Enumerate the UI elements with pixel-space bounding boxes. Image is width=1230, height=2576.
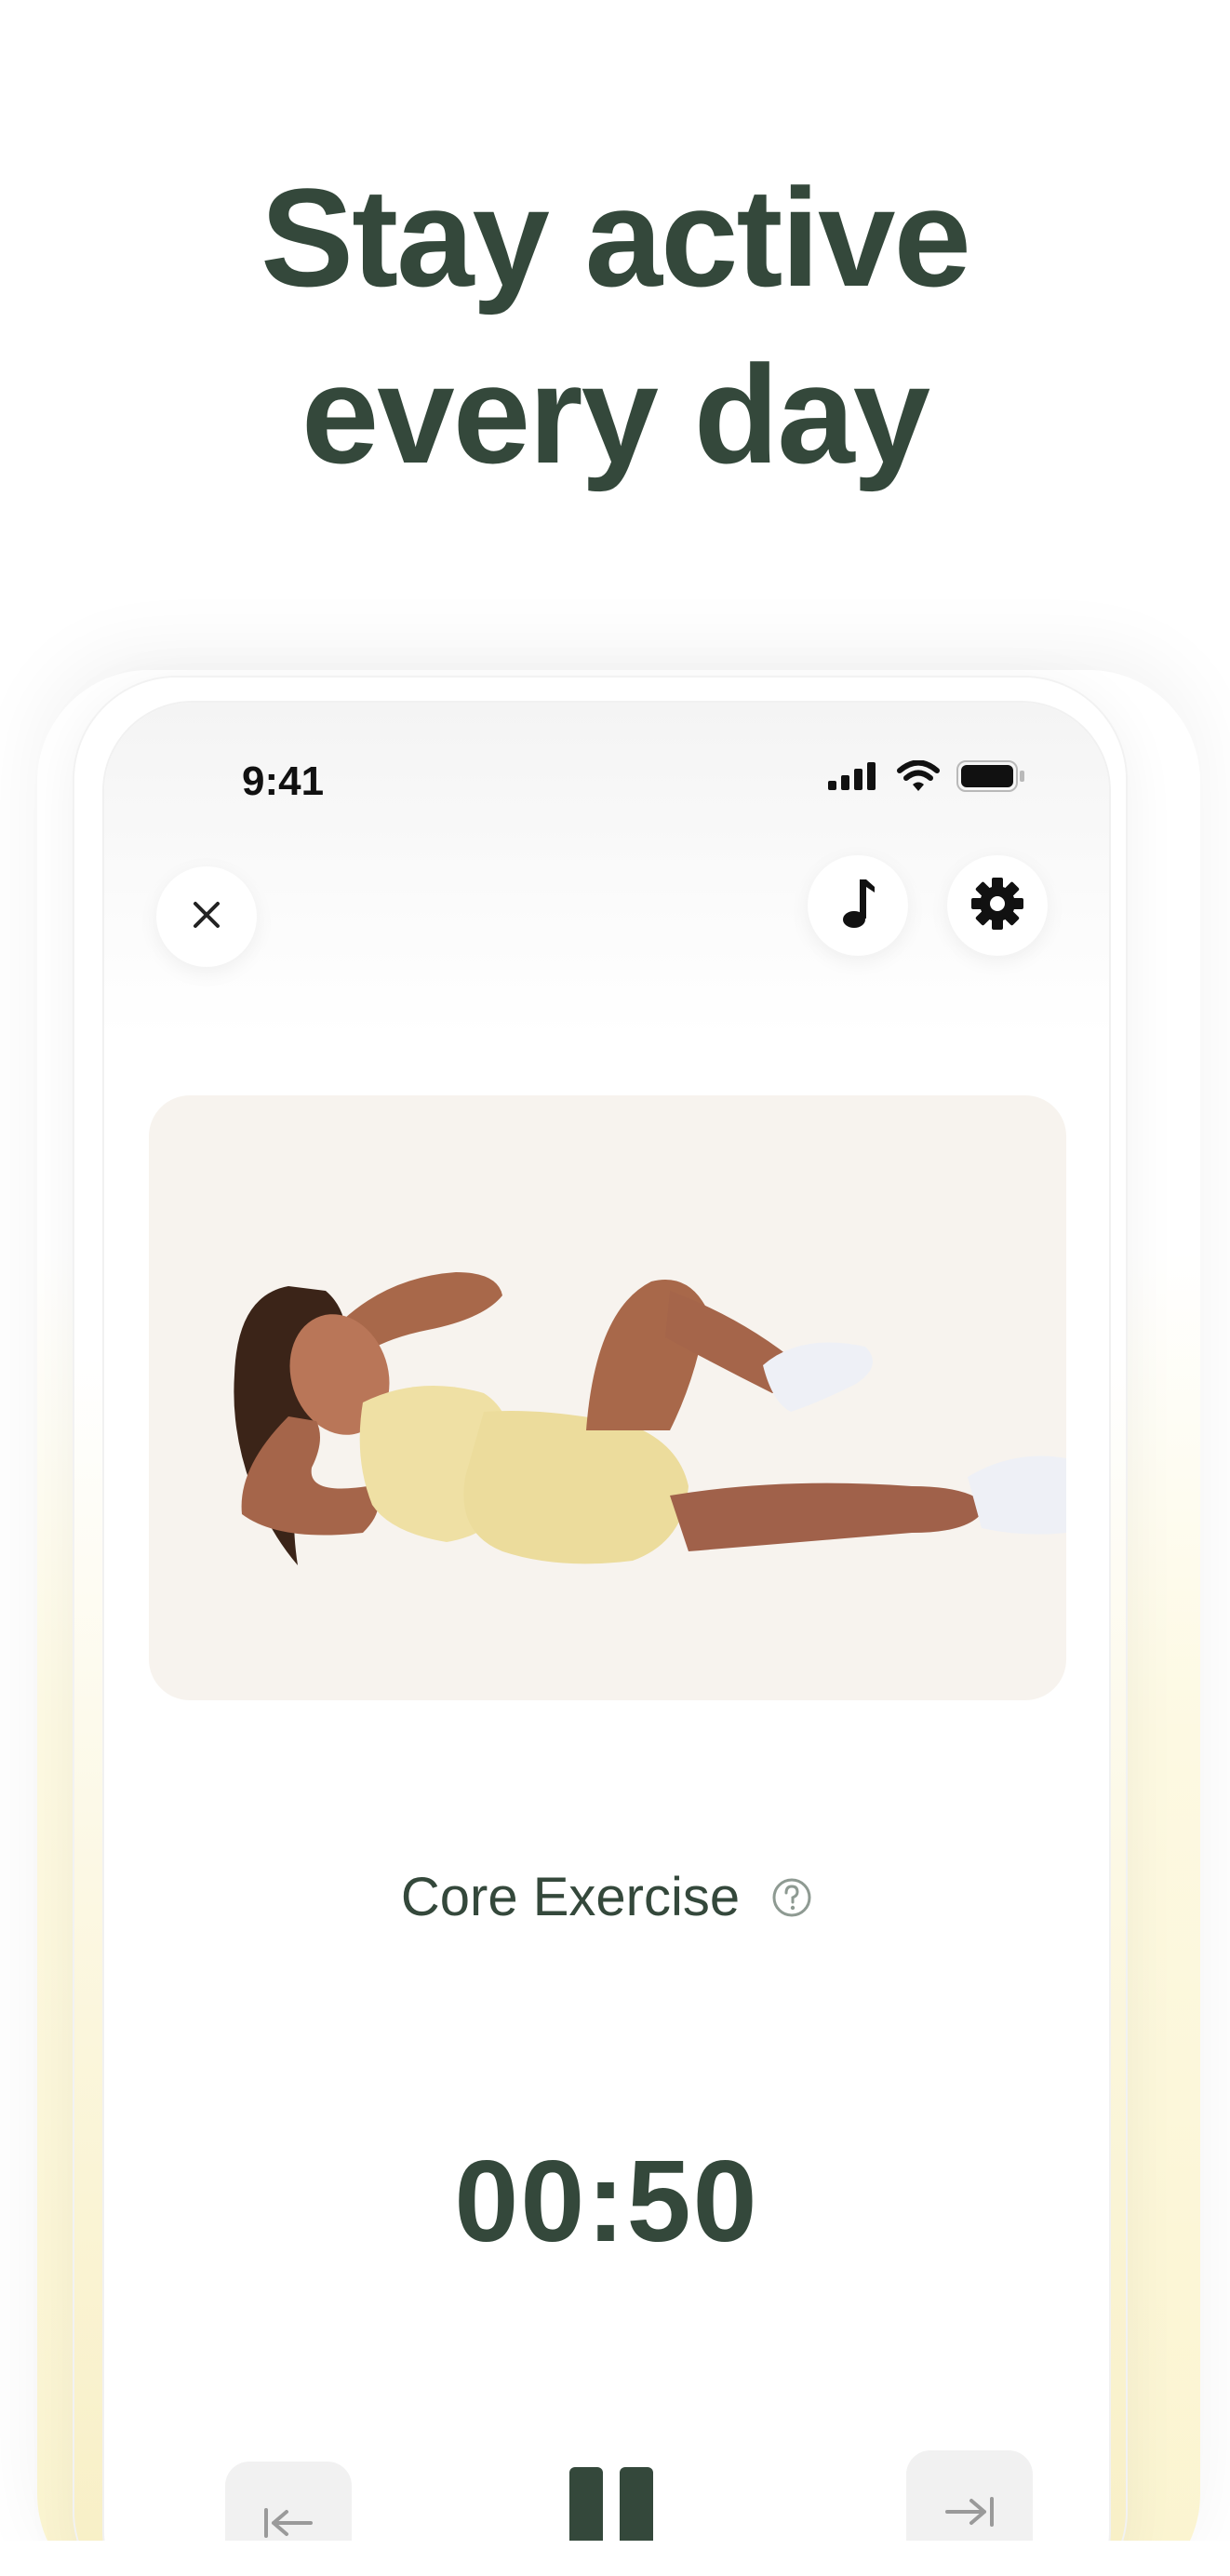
gear-icon [969, 876, 1025, 936]
question-icon[interactable] [771, 1877, 812, 1918]
battery-icon [956, 760, 1025, 797]
status-time: 9:41 [242, 758, 325, 804]
signal-icon [828, 762, 880, 795]
wifi-icon [897, 759, 940, 797]
exercise-timer: 00:50 [454, 2138, 759, 2266]
close-icon [188, 896, 225, 938]
skip-forward-icon [942, 2493, 997, 2535]
exercise-image [149, 1095, 1066, 1700]
headline-line-2: every day [301, 336, 930, 492]
exercise-title-row: Core Exercise [104, 1866, 1109, 1928]
skip-back-icon [261, 2504, 316, 2546]
phone-screen: 9:41 Core Exercise 00:50 [104, 703, 1109, 2576]
exercise-figure-illustration [234, 1272, 1066, 1565]
headline-line-1: Stay active [261, 159, 971, 315]
status-icons [828, 759, 1025, 797]
music-note-icon [839, 878, 876, 934]
app-store-screenshot: Stay active every day 9:41 Core Exercise… [0, 0, 1230, 2576]
screen-header-background [104, 703, 1109, 1038]
exercise-name: Core Exercise [400, 1867, 741, 1927]
page-bottom-edge [0, 2541, 1230, 2576]
headline: Stay active every day [0, 149, 1230, 503]
settings-button[interactable] [947, 855, 1048, 956]
music-button[interactable] [808, 855, 908, 956]
close-button[interactable] [156, 866, 257, 967]
